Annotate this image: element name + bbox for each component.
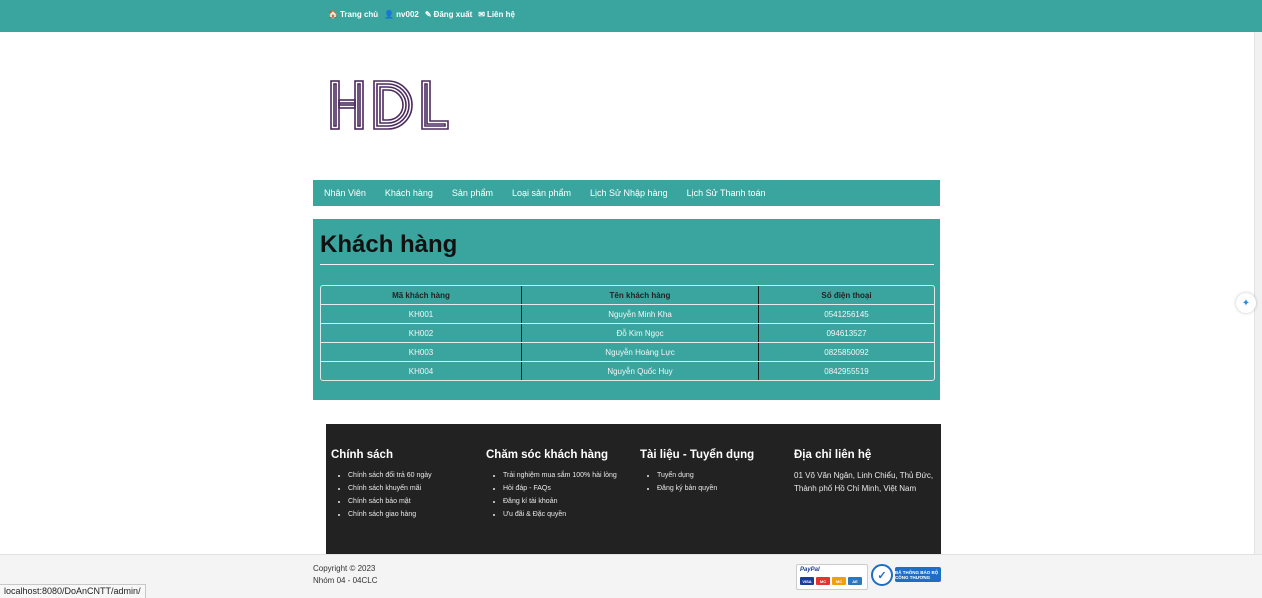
copyright-line: Copyright © 2023	[313, 564, 376, 573]
main-nav: Nhân Viên Khách hàng Sản phẩm Loại sản p…	[313, 180, 940, 206]
team-line: Nhóm 04 - 04CLC	[313, 576, 378, 585]
footer-address-title: Địa chỉ liên hệ	[794, 449, 872, 461]
header-phone: Số điện thoại	[821, 290, 872, 300]
footer-docs-title: Tài liệu - Tuyển dụng	[640, 449, 755, 461]
mastercard-icon: MC	[816, 577, 830, 585]
footer-col-address: Địa chỉ liên hệ 01 Võ Văn Ngân, Linh Chi…	[794, 449, 944, 495]
footer-col-support: Chăm sóc khách hàng Trải nghiệm mua sắm …	[486, 449, 636, 521]
footer-link[interactable]: Chính sách đổi trả 60 ngày	[348, 469, 481, 482]
assistant-float-button[interactable]: ✦	[1236, 293, 1256, 313]
table-header-row: Mã khách hàng Tên khách hàng Số điện tho…	[321, 286, 934, 304]
footer-policy-title: Chính sách	[331, 449, 393, 461]
registered-label: ĐÃ THÔNG BÁO BỘ CÔNG THƯƠNG	[895, 567, 941, 582]
logo[interactable]	[330, 80, 450, 132]
table-row[interactable]: KH001 Nguyễn Minh Kha 0541256145	[321, 304, 934, 323]
paypal-label: PayPal	[800, 567, 820, 573]
cell-customer-name: Đỗ Kim Ngọc	[522, 324, 759, 342]
bottom-bar: Copyright © 2023 Nhóm 04 - 04CLC PayPal …	[0, 554, 1262, 598]
top-nav: 🏠 Trang chủ 👤 nv002 ✎ Đăng xuất ✉ Liên h…	[328, 10, 515, 19]
logout-link-label: Đăng xuất	[433, 10, 473, 19]
footer-col-docs: Tài liệu - Tuyển dụng Tuyển dụng Đăng ký…	[640, 449, 790, 495]
amex-icon: AE	[848, 577, 862, 585]
footer-link[interactable]: Đăng ký bản quyền	[657, 482, 790, 495]
user-link[interactable]: 👤 nv002	[384, 10, 419, 19]
nav-lich-su-thanh-toan[interactable]: Lịch Sử Thanh toán	[687, 188, 766, 198]
mastercard-icon: MC	[832, 577, 846, 585]
sparkle-drop-icon: ✦	[1241, 297, 1251, 309]
cell-customer-name: Nguyễn Minh Kha	[522, 305, 759, 323]
home-link-label: Trang chủ	[339, 10, 379, 19]
footer-address-text: 01 Võ Văn Ngân, Linh Chiểu, Thủ Đức, Thà…	[794, 471, 934, 493]
cell-customer-id: KH003	[321, 343, 522, 361]
footer-link[interactable]: Tuyển dụng	[657, 469, 790, 482]
title-divider	[320, 264, 934, 265]
copyright: Copyright © 2023 Nhóm 04 - 04CLC	[313, 563, 377, 587]
edit-icon: ✎	[424, 10, 432, 19]
footer-link[interactable]: Chính sách khuyến mãi	[348, 482, 481, 495]
header-customer-name: Tên khách hàng	[522, 286, 759, 304]
cell-phone: 0825850092	[824, 347, 869, 357]
header-customer-id: Mã khách hàng	[321, 286, 522, 304]
cell-customer-id: KH002	[321, 324, 522, 342]
page-title: Khách hàng	[320, 231, 458, 258]
visa-icon: VISA	[800, 577, 814, 585]
nav-loai-san-pham[interactable]: Loại sản phẩm	[512, 188, 571, 198]
cell-phone: 0842955519	[824, 366, 869, 376]
footer-link[interactable]: Chính sách bảo mật	[348, 495, 481, 508]
home-icon: 🏠	[328, 10, 338, 19]
nav-nhan-vien[interactable]: Nhân Viên	[324, 188, 366, 198]
footer: Chính sách Chính sách đổi trả 60 ngày Ch…	[326, 424, 941, 554]
status-url: localhost:8080/DoAnCNTT/admin/	[0, 584, 146, 598]
user-link-label: nv002	[396, 10, 419, 19]
customer-panel: Khách hàng Mã khách hàng Tên khách hàng …	[313, 219, 940, 400]
nav-san-pham[interactable]: Sản phẩm	[452, 188, 493, 198]
nav-khach-hang[interactable]: Khách hàng	[385, 188, 433, 198]
footer-col-policy: Chính sách Chính sách đổi trả 60 ngày Ch…	[331, 449, 481, 521]
logout-link[interactable]: ✎ Đăng xuất	[425, 10, 472, 19]
cell-phone: 094613527	[826, 328, 867, 338]
cell-customer-name: Nguyễn Quốc Huy	[522, 362, 759, 380]
cell-customer-id: KH004	[321, 362, 522, 380]
table-row[interactable]: KH002 Đỗ Kim Ngọc 094613527	[321, 323, 934, 342]
cell-phone: 0541256145	[824, 309, 869, 319]
footer-support-title: Chăm sóc khách hàng	[486, 449, 609, 461]
nav-lich-su-nhap-hang[interactable]: Lịch Sử Nhập hàng	[590, 188, 668, 198]
top-bar: 🏠 Trang chủ 👤 nv002 ✎ Đăng xuất ✉ Liên h…	[0, 0, 1262, 32]
contact-link[interactable]: ✉ Liên hệ	[478, 10, 515, 19]
footer-link[interactable]: Ưu đãi & Đặc quyền	[503, 508, 636, 521]
payment-badge: PayPal VISA MC MC AE	[796, 564, 868, 590]
scrollbar[interactable]	[1254, 32, 1262, 554]
footer-link[interactable]: Hỏi đáp - FAQs	[503, 482, 636, 495]
mail-icon: ✉	[478, 10, 485, 19]
card-icons: VISA MC MC AE	[800, 577, 862, 585]
registered-badge[interactable]: ✓ ĐÃ THÔNG BÁO BỘ CÔNG THƯƠNG	[871, 564, 941, 588]
table-row[interactable]: KH004 Nguyễn Quốc Huy 0842955519	[321, 361, 934, 380]
user-icon: 👤	[384, 10, 395, 19]
table-row[interactable]: KH003 Nguyễn Hoàng Lực 0825850092	[321, 342, 934, 361]
check-icon: ✓	[871, 564, 893, 586]
cell-customer-name: Nguyễn Hoàng Lực	[522, 343, 759, 361]
contact-link-label: Liên hệ	[486, 10, 515, 19]
footer-link[interactable]: Chính sách giao hàng	[348, 508, 481, 521]
home-link[interactable]: 🏠 Trang chủ	[328, 10, 378, 19]
customer-table: Mã khách hàng Tên khách hàng Số điện tho…	[320, 285, 935, 381]
footer-link[interactable]: Trải nghiệm mua sắm 100% hài lòng	[503, 469, 636, 482]
cell-customer-id: KH001	[321, 305, 522, 323]
footer-link[interactable]: Đăng kí tài khoản	[503, 495, 636, 508]
